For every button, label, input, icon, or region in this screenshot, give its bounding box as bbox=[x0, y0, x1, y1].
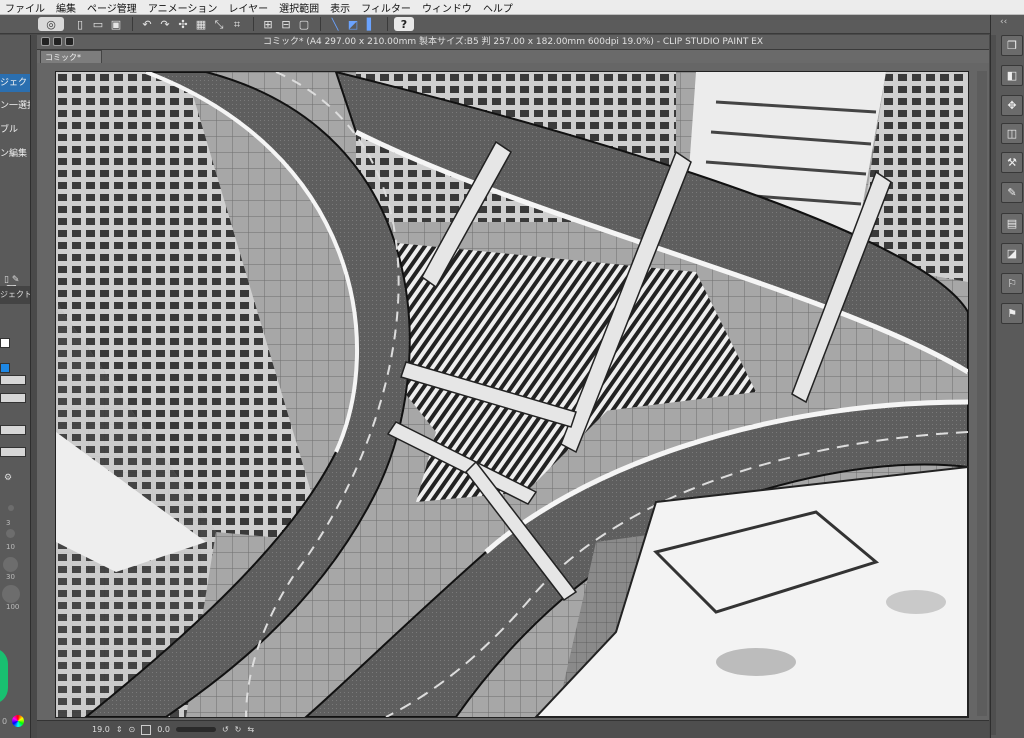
sub-tool-label: ン一選択 bbox=[0, 101, 30, 111]
brush-size-dot[interactable] bbox=[8, 505, 14, 511]
sub-tool-panel: ジェクト ン一選択 ブル ン編集 ▯ ✎ ⌫ ジェクト] ⚙ 3 10 30 1… bbox=[0, 35, 31, 738]
highway-illustration bbox=[56, 72, 968, 717]
sub-tool-label: ジェクト bbox=[0, 78, 30, 88]
document-tab[interactable]: コミック* bbox=[40, 50, 102, 63]
property-slider[interactable] bbox=[0, 447, 26, 457]
rotate-left-icon[interactable]: ↺ bbox=[222, 725, 229, 734]
tool-property-title: ジェクト] bbox=[0, 286, 30, 304]
close-window-icon[interactable] bbox=[41, 37, 50, 46]
item-bank-icon[interactable]: ⚐ bbox=[1001, 273, 1023, 294]
layer-property-icon[interactable]: ◧ bbox=[1001, 65, 1023, 86]
color-value-label: 0 bbox=[2, 717, 8, 726]
brush-size-dot[interactable] bbox=[3, 557, 18, 572]
color-wheel-icon[interactable] bbox=[12, 715, 24, 727]
collapse-chevron-icon[interactable]: ‹‹ bbox=[1000, 17, 1007, 27]
zoom-value[interactable]: 19.0 bbox=[92, 725, 110, 734]
grid-toggle-icon[interactable]: ⊞ bbox=[260, 17, 276, 31]
transform-icon[interactable]: ✣ bbox=[175, 17, 191, 31]
rotation-slider[interactable] bbox=[175, 727, 216, 732]
minimize-window-icon[interactable] bbox=[53, 37, 62, 46]
brush-size-dot[interactable] bbox=[6, 529, 15, 538]
document-title-bar: コミック* (A4 297.00 x 210.00mm 製本サイズ:B5 判 2… bbox=[37, 35, 989, 50]
menu-bar: ファイル 編集 ページ管理 アニメーション レイヤー 選択範囲 表示 フィルター… bbox=[0, 0, 1024, 15]
palette-dock: ‹‹ ❐ ◧ ✥ ◫ ⚒ ✎ ▤ ◪ ⚐ ⚑ bbox=[990, 15, 1024, 738]
menu-edit[interactable]: 編集 bbox=[51, 0, 82, 15]
window-controls bbox=[41, 37, 74, 46]
canvas-artwork[interactable] bbox=[55, 71, 969, 718]
toolbar-divider bbox=[253, 17, 254, 31]
sub-tool-item-edit[interactable]: ン編集 bbox=[0, 145, 30, 163]
guide-toggle-icon[interactable]: ⊟ bbox=[278, 17, 294, 31]
menu-animation[interactable]: アニメーション bbox=[143, 0, 224, 15]
brush-size-label: 10 bbox=[6, 543, 15, 551]
rotation-value[interactable]: 0.0 bbox=[157, 725, 170, 734]
auto-action-icon[interactable]: ◪ bbox=[1001, 243, 1023, 264]
sub-tool-label: ン編集 bbox=[0, 149, 28, 159]
brush-size-label: 100 bbox=[6, 603, 20, 611]
zoom-stepper-icon[interactable]: ⇕ bbox=[116, 725, 123, 734]
menu-view[interactable]: 表示 bbox=[325, 0, 356, 15]
document-window: コミック* (A4 297.00 x 210.00mm 製本サイズ:B5 判 2… bbox=[37, 35, 989, 738]
color-wheel-segment[interactable] bbox=[0, 648, 8, 704]
sub-tool-icon[interactable]: ✎ bbox=[1001, 182, 1023, 203]
snap-grid-icon[interactable]: ▌ bbox=[363, 17, 379, 31]
menu-window[interactable]: ウィンドウ bbox=[417, 0, 478, 15]
open-file-icon[interactable]: ▭ bbox=[90, 17, 106, 31]
snap-special-ruler-icon[interactable]: ◩ bbox=[345, 17, 361, 31]
page-icon[interactable]: ⚑ bbox=[1001, 303, 1023, 324]
menu-file[interactable]: ファイル bbox=[0, 0, 51, 15]
brush-size-label: 30 bbox=[6, 573, 15, 581]
material-icon[interactable]: ◫ bbox=[1001, 123, 1023, 144]
toolbar-divider bbox=[320, 17, 321, 31]
menu-filter[interactable]: フィルター bbox=[356, 0, 417, 15]
select-icon[interactable]: ⤡ bbox=[211, 17, 227, 31]
menu-page[interactable]: ページ管理 bbox=[82, 0, 143, 15]
undo-icon[interactable]: ↶ bbox=[139, 17, 155, 31]
sub-tool-item-table[interactable]: ブル bbox=[0, 121, 30, 139]
checkbox[interactable] bbox=[0, 338, 10, 348]
view-reset-icon[interactable] bbox=[141, 724, 152, 735]
clip-studio-logo-icon[interactable]: ◎ bbox=[38, 17, 64, 31]
snap-ruler-icon[interactable]: ╲ bbox=[327, 17, 343, 31]
brush-size-dot[interactable] bbox=[2, 585, 20, 603]
status-bar: 19.0 ⇕ ⊙ 0.0 ↺ ↻ ⇆ bbox=[37, 720, 989, 738]
sub-tool-item-select[interactable]: ン一選択 bbox=[0, 97, 30, 115]
menu-selection[interactable]: 選択範囲 bbox=[274, 0, 325, 15]
history-icon[interactable]: ▤ bbox=[1001, 213, 1023, 234]
vertical-scrollbar[interactable] bbox=[977, 71, 987, 716]
brush-size-label: 3 bbox=[6, 519, 11, 527]
command-bar: ◎ ▯ ▭ ▣ ↶ ↷ ✣ ▦ ⤡ ⌗ ⊞ ⊟ ▢ ╲ ◩ ▌ ? bbox=[0, 15, 1024, 34]
menu-help[interactable]: ヘルプ bbox=[478, 0, 519, 15]
zoom-fit-icon[interactable]: ⊙ bbox=[129, 725, 136, 734]
crop-icon[interactable]: ▦ bbox=[193, 17, 209, 31]
tool-property-icon[interactable]: ⚒ bbox=[1001, 152, 1023, 173]
flip-icon[interactable]: ⇆ bbox=[247, 725, 254, 734]
wrench-icon[interactable]: ⚙ bbox=[4, 473, 12, 483]
document-tab-label: コミック* bbox=[45, 53, 81, 62]
layer-icon[interactable]: ❐ bbox=[1001, 35, 1023, 56]
help-icon[interactable]: ? bbox=[394, 17, 414, 31]
navigator-icon[interactable]: ✥ bbox=[1001, 95, 1023, 116]
menu-layer[interactable]: レイヤー bbox=[223, 0, 274, 15]
document-title: コミック* (A4 297.00 x 210.00mm 製本サイズ:B5 判 2… bbox=[262, 37, 764, 47]
checkbox[interactable] bbox=[0, 363, 10, 373]
property-slider[interactable] bbox=[0, 393, 26, 403]
tool-property-label: ジェクト] bbox=[0, 290, 30, 299]
fill-icon[interactable]: ⌗ bbox=[229, 17, 245, 31]
save-icon[interactable]: ▣ bbox=[108, 17, 124, 31]
redo-icon[interactable]: ↷ bbox=[157, 17, 173, 31]
property-slider[interactable] bbox=[0, 375, 26, 385]
sub-tool-label: ブル bbox=[0, 125, 19, 135]
toolbar-divider bbox=[132, 17, 133, 31]
maximize-window-icon[interactable] bbox=[65, 37, 74, 46]
rotate-right-icon[interactable]: ↻ bbox=[235, 725, 242, 734]
new-file-icon[interactable]: ▯ bbox=[72, 17, 88, 31]
toolbar-divider bbox=[387, 17, 388, 31]
sub-tool-item-object[interactable]: ジェクト bbox=[0, 74, 30, 92]
dock-scrollbar[interactable] bbox=[991, 35, 996, 735]
frame-toggle-icon[interactable]: ▢ bbox=[296, 17, 312, 31]
property-slider[interactable] bbox=[0, 425, 26, 435]
